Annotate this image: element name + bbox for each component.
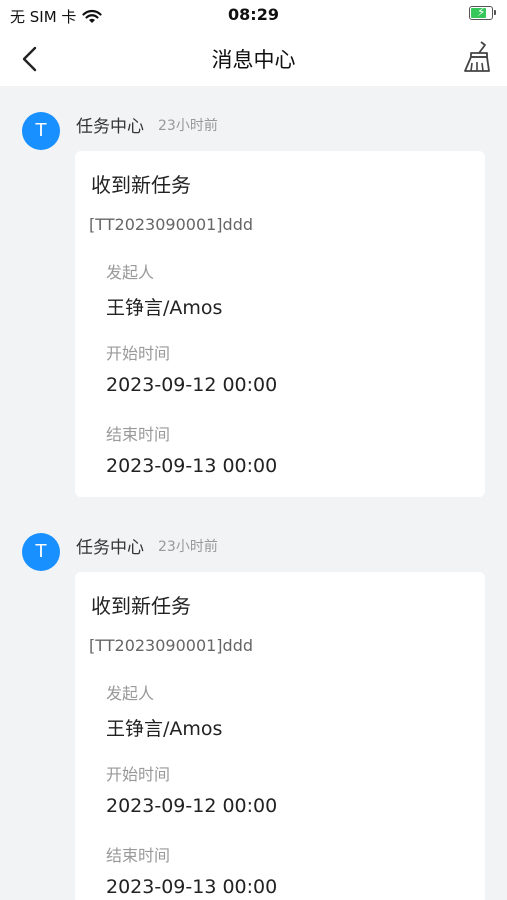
message-time: 23小时前 (158, 539, 218, 555)
message-time: 23小时前 (158, 118, 218, 134)
initiator-value: 王铮言/Amos (106, 297, 223, 319)
clock: 08:29 (228, 5, 279, 24)
start-time-value: 2023-09-12 00:00 (106, 795, 278, 817)
message-title: 收到新任务 (91, 173, 191, 197)
avatar: T (22, 112, 60, 150)
broom-icon (464, 41, 490, 72)
start-time-label: 开始时间 (106, 344, 171, 363)
avatar: T (22, 533, 60, 571)
initiator-label: 发起人 (106, 684, 155, 703)
sender-name: 任务中心 (76, 538, 144, 558)
message-title: 收到新任务 (91, 594, 191, 618)
page-title: 消息中心 (211, 48, 296, 72)
start-time-value: 2023-09-12 00:00 (106, 374, 278, 396)
task-reference: [TT2023090001]ddd (89, 215, 254, 234)
end-time-value: 2023-09-13 00:00 (106, 455, 278, 477)
initiator-value: 王铮言/Amos (106, 718, 223, 740)
end-time-value: 2023-09-13 00:00 (106, 876, 278, 898)
charging-bolt-icon: ⚡ (477, 5, 486, 19)
sender-name: 任务中心 (76, 117, 144, 137)
start-time-label: 开始时间 (106, 765, 171, 784)
battery-icon: ⚡ (469, 5, 496, 20)
clear-messages-button[interactable] (457, 38, 495, 76)
message-list[interactable]: T 任务中心 23小时前 收到新任务 [TT2023090001]ddd 发起人… (0, 86, 507, 900)
end-time-label: 结束时间 (106, 425, 171, 444)
message-card[interactable]: 收到新任务 [TT2023090001]ddd 发起人 王铮言/Amos 开始时… (75, 151, 485, 497)
task-reference: [TT2023090001]ddd (89, 636, 254, 655)
end-time-label: 结束时间 (106, 846, 171, 865)
status-bar: 无 SIM 卡 08:29 ⚡ (0, 0, 507, 30)
initiator-label: 发起人 (106, 263, 155, 282)
navigation-bar: 消息中心 (0, 30, 507, 86)
message-card[interactable]: 收到新任务 [TT2023090001]ddd 发起人 王铮言/Amos 开始时… (75, 572, 485, 900)
